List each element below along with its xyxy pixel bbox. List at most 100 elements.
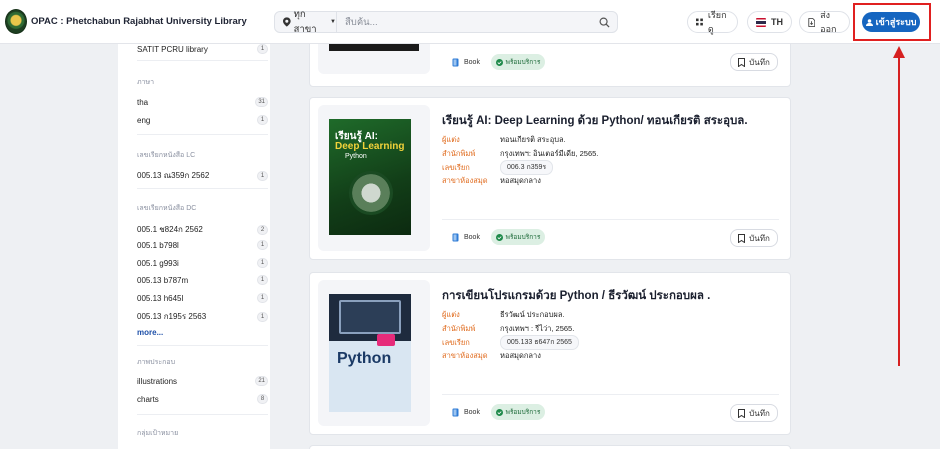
filter-item-label: 005.1 b798l <box>137 240 179 250</box>
filter-count-badge: 1 <box>257 115 268 125</box>
meta-location: สาขาห้องสมุด หอสมุดกลาง <box>442 175 541 187</box>
availability-label: พร้อมบริการ <box>505 59 541 66</box>
filter-item-dc[interactable]: 005.13 b787m 1 <box>137 275 268 285</box>
filter-count-badge: 31 <box>255 97 268 107</box>
search-bar: ทุกสาขา ▼ <box>274 9 618 35</box>
filter-count-badge: 1 <box>257 258 268 268</box>
browse-label: เรียกดู <box>707 10 727 34</box>
divider <box>137 134 268 135</box>
filter-heading-dc: เลขเรียกหนังสือ DC <box>137 205 197 212</box>
location-value: หอสมุดกลาง <box>500 351 541 360</box>
author-link[interactable]: ทอนเกียรติ สระอุบล. <box>500 134 566 146</box>
divider <box>137 188 268 189</box>
availability-label: พร้อมบริการ <box>505 409 541 416</box>
login-label: เข้าสู่ระบบ <box>875 17 917 27</box>
search-icon[interactable] <box>591 17 617 28</box>
availability-label: พร้อมบริการ <box>505 234 541 241</box>
meta-callno: เลขเรียก 006.3 ก359ร <box>442 160 554 175</box>
filter-item-charts[interactable]: charts 8 <box>137 394 268 404</box>
availability-badge: พร้อมบริการ <box>491 54 545 70</box>
filter-heading-lc: เลขเรียกหนังสือ LC <box>137 152 196 159</box>
bookmark-icon <box>738 233 746 243</box>
laptop-illustration-icon <box>339 300 401 334</box>
filter-item-lc[interactable]: 005.13 ณ359ก 2562 1 <box>137 169 268 182</box>
cover-title-line: Python <box>337 350 392 367</box>
filter-heading-language: ภาษา <box>137 79 155 86</box>
bookmark-icon <box>738 57 746 67</box>
material-type: Book <box>452 58 480 67</box>
filter-item-label: 005.13 h645l <box>137 293 184 303</box>
divider <box>137 60 268 61</box>
book-cover[interactable]: Python <box>329 294 411 412</box>
export-file-icon <box>808 17 816 27</box>
filter-item-label: 005.1 ช824ก 2562 <box>137 225 203 234</box>
divider <box>442 219 779 220</box>
meta-publisher: สำนักพิมพ์ กรุงเทพฯ : รีไว่า, 2565. <box>442 323 574 335</box>
university-logo[interactable] <box>5 9 27 34</box>
filter-item-label: charts <box>137 394 159 404</box>
export-button[interactable]: ส่งออก <box>799 10 850 34</box>
save-label: บันทึก <box>749 57 770 67</box>
filter-count-badge: 21 <box>255 376 268 386</box>
book-title[interactable]: การเขียนโปรแกรมด้วย Python / ธีรวัฒน์ ปร… <box>442 287 710 305</box>
filter-item-tha[interactable]: tha 31 <box>137 97 268 107</box>
filter-count-badge: 1 <box>257 44 268 54</box>
show-more-link[interactable]: more... <box>137 328 163 337</box>
filter-item-label: eng <box>137 115 151 125</box>
book-title[interactable]: เรียนรู้ AI: Deep Learning ด้วย Python/ … <box>442 112 748 130</box>
filter-count-badge: 1 <box>257 293 268 303</box>
language-label: TH <box>771 17 783 27</box>
filter-item-dc[interactable]: 005.1 ช824ก 2562 2 <box>137 223 268 236</box>
meta-key: ผู้แต่ง <box>442 310 460 319</box>
meta-key: สาขาห้องสมุด <box>442 176 488 185</box>
book-cover[interactable]: เรียนรู้ AI: Deep Learning Python <box>329 119 411 235</box>
filter-count-badge: 1 <box>257 240 268 250</box>
filter-item-dc[interactable]: 005.13 ก195ร 2563 1 <box>137 310 268 323</box>
meta-key: สำนักพิมพ์ <box>442 149 476 158</box>
result-card: เรียนรู้ AI: Deep Learning Python เรียนร… <box>309 97 791 260</box>
login-button[interactable]: เข้าสู่ระบบ <box>862 12 920 32</box>
material-type: Book <box>452 408 480 417</box>
author-link[interactable]: ธีรวัฒน์ ประกอบผล. <box>500 309 565 321</box>
filter-item-satit[interactable]: SATIT PCRU library 1 <box>137 44 268 54</box>
filter-item-label: SATIT PCRU library <box>137 44 208 54</box>
material-type: Book <box>452 233 480 242</box>
user-icon <box>865 18 873 26</box>
meta-publisher: สำนักพิมพ์ กรุงเทพฯ: อินเตอร์มีเดีย, 256… <box>442 148 598 160</box>
location-pin-icon <box>283 17 291 27</box>
cover-frame: เรียนรู้ AI: Deep Learning Python <box>318 105 430 251</box>
filter-item-eng[interactable]: eng 1 <box>137 115 268 125</box>
availability-badge: พร้อมบริการ <box>491 229 545 245</box>
save-button[interactable]: บันทึก <box>730 53 778 71</box>
filter-item-dc[interactable]: 005.1 g993i 1 <box>137 258 268 268</box>
meta-author: ผู้แต่ง ทอนเกียรติ สระอุบล. <box>442 134 566 146</box>
filter-item-label: 005.1 g993i <box>137 258 179 268</box>
meta-location: สาขาห้องสมุด หอสมุดกลาง <box>442 350 541 362</box>
language-button[interactable]: TH <box>747 11 792 33</box>
filter-item-illustrations[interactable]: illustrations 21 <box>137 376 268 386</box>
browse-button[interactable]: เรียกดู <box>687 10 738 34</box>
cover-title-line: Python <box>345 153 367 160</box>
grid-icon <box>696 18 703 26</box>
filter-item-label: 005.13 b787m <box>137 275 189 285</box>
meta-author: ผู้แต่ง ธีรวัฒน์ ประกอบผล. <box>442 309 565 321</box>
save-label: บันทึก <box>749 408 770 418</box>
bookmark-icon <box>738 408 746 418</box>
divider <box>137 414 268 415</box>
cover-title-line: Deep Learning <box>335 141 405 152</box>
book-icon <box>452 58 459 67</box>
filter-sidebar: SATIT PCRU library 1 ภาษา tha 31 eng 1 เ… <box>118 44 270 449</box>
filter-item-dc[interactable]: 005.1 b798l 1 <box>137 240 268 250</box>
meta-key: เลขเรียก <box>442 162 470 172</box>
annotation-arrow-line <box>898 56 900 366</box>
filter-count-badge: 1 <box>257 275 268 285</box>
result-card: Python การเขียนโปรแกรมด้วย Python / ธีรว… <box>309 272 791 435</box>
material-type-label: Book <box>464 409 480 416</box>
branch-scope-select[interactable]: ทุกสาขา ▼ <box>275 9 337 35</box>
search-input[interactable] <box>337 12 591 32</box>
save-button[interactable]: บันทึก <box>730 229 778 247</box>
cover-frame: Python <box>318 280 430 426</box>
filter-item-dc[interactable]: 005.13 h645l 1 <box>137 293 268 303</box>
save-button[interactable]: บันทึก <box>730 404 778 422</box>
app-title[interactable]: OPAC : Phetchabun Rajabhat University Li… <box>31 16 247 27</box>
